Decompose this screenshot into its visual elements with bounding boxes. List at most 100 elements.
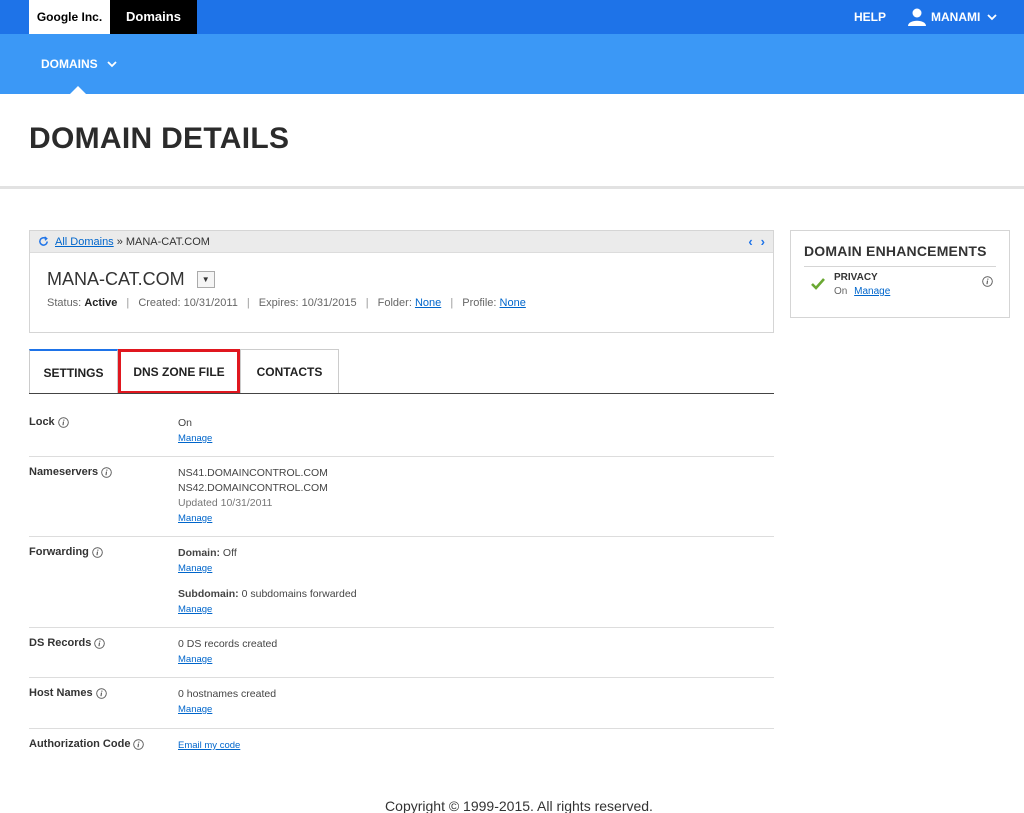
forwarding-subdomain-value: 0 subdomains forwarded	[241, 588, 357, 600]
forwarding-domain: Domain: Off	[178, 546, 357, 561]
help-link[interactable]: HELP	[854, 0, 886, 34]
separator: |	[126, 297, 130, 309]
created-date: Created: 10/31/2011	[138, 297, 238, 309]
domain-summary-card: All Domains » MANA-CAT.COM ‹ › MANA-CAT.…	[29, 230, 774, 333]
setting-row-authorization-code: Authorization Code Email my code	[29, 729, 774, 765]
forwarding-label: Forwarding	[29, 546, 89, 558]
lock-value: On	[178, 417, 193, 429]
user-menu[interactable]: MANAMI	[907, 0, 997, 34]
email-auth-code-link[interactable]: Email my code	[178, 740, 240, 751]
enhancement-state: On Manage	[834, 286, 890, 297]
domain-enhancements-panel: DOMAIN ENHANCEMENTS PRIVACY On Manage	[790, 230, 1010, 318]
enhancement-state-value: On	[834, 286, 848, 297]
setting-value: NS41.DOMAINCONTROL.COM NS42.DOMAINCONTRO…	[178, 466, 328, 526]
setting-label: Forwarding	[29, 546, 103, 558]
forwarding-domain-value: Off	[222, 547, 237, 559]
tab-bar: SETTINGS DNS ZONE FILE CONTACTS	[29, 349, 774, 394]
enhancement-name: PRIVACY	[834, 272, 878, 283]
setting-label: Lock	[29, 416, 69, 428]
setting-row-nameservers: Nameservers NS41.DOMAINCONTROL.COM NS42.…	[29, 457, 774, 537]
domains-menu-label: DOMAINS	[41, 57, 98, 71]
domain-pager: ‹ ›	[748, 235, 765, 249]
setting-label: DS Records	[29, 637, 106, 649]
privacy-enhancement: PRIVACY On Manage	[804, 272, 996, 302]
profile-label: Profile:	[462, 297, 497, 309]
user-name: MANAMI	[931, 10, 981, 24]
brand-company[interactable]: Google Inc.	[29, 0, 110, 34]
nameservers-label: Nameservers	[29, 466, 99, 478]
host-names-value: 0 hostnames created	[178, 688, 277, 700]
tab-settings[interactable]: SETTINGS	[29, 349, 118, 394]
chevron-down-icon	[987, 14, 997, 21]
info-icon[interactable]	[101, 466, 112, 478]
nameservers-updated: Updated 10/31/2011	[178, 497, 273, 509]
forwarding-domain-label: Domain:	[178, 547, 220, 559]
forwarding-subdomain-label: Subdomain:	[178, 588, 239, 600]
separator: |	[246, 297, 250, 309]
nameserver-1: NS41.DOMAINCONTROL.COM	[178, 467, 328, 479]
domain-name: MANA-CAT.COM	[47, 269, 185, 289]
info-icon[interactable]	[95, 687, 107, 699]
copyright-text: Copyright © 1999-2015. All rights reserv…	[385, 798, 653, 813]
lock-label: Lock	[29, 416, 55, 428]
info-icon[interactable]	[57, 416, 69, 428]
status-value: Active	[84, 297, 118, 309]
setting-value: On Manage	[178, 416, 212, 446]
setting-label: Host Names	[29, 687, 107, 699]
manage-host-names-link[interactable]: Manage	[178, 704, 212, 715]
next-domain-icon[interactable]: ›	[761, 235, 765, 249]
forwarding-subdomain: Subdomain: 0 subdomains forwarded	[178, 587, 357, 602]
ds-records-label: DS Records	[29, 637, 92, 649]
manage-lock-link[interactable]: Manage	[178, 433, 212, 444]
domain-status-line: Status: Active | Created: 10/31/2011 | E…	[47, 297, 526, 309]
info-icon[interactable]	[982, 276, 993, 287]
setting-value: Domain: Off Manage Subdomain: 0 subdomai…	[178, 546, 357, 617]
manage-ds-records-link[interactable]: Manage	[178, 654, 212, 665]
manage-domain-forwarding-link[interactable]: Manage	[178, 563, 212, 574]
separator: |	[450, 297, 454, 309]
setting-label: Authorization Code	[29, 738, 145, 750]
divider	[0, 186, 1024, 189]
page-title: DOMAIN DETAILS	[29, 122, 290, 155]
setting-value: Email my code	[178, 738, 240, 753]
setting-row-ds-records: DS Records 0 DS records created Manage	[29, 628, 774, 678]
domain-actions-dropdown[interactable]: ▼	[196, 271, 215, 288]
tab-contacts[interactable]: CONTACTS	[240, 349, 339, 394]
expires-date: Expires: 10/31/2015	[258, 297, 357, 309]
separator: |	[365, 297, 369, 309]
folder-link[interactable]: None	[415, 297, 441, 309]
setting-row-host-names: Host Names 0 hostnames created Manage	[29, 678, 774, 729]
previous-domain-icon[interactable]: ‹	[748, 235, 752, 249]
active-indicator	[70, 86, 86, 94]
manage-privacy-link[interactable]: Manage	[854, 286, 890, 297]
user-icon	[908, 8, 926, 26]
setting-row-lock: Lock On Manage	[29, 407, 774, 457]
breadcrumb: All Domains » MANA-CAT.COM ‹ ›	[30, 231, 773, 253]
ds-records-value: 0 DS records created	[178, 638, 278, 650]
caret-down-icon: ▼	[201, 275, 210, 284]
manage-subdomain-forwarding-link[interactable]: Manage	[178, 604, 212, 615]
info-icon[interactable]	[94, 637, 106, 649]
setting-value: 0 DS records created Manage	[178, 637, 277, 667]
setting-row-forwarding: Forwarding Domain: Off Manage Subdomain:…	[29, 537, 774, 628]
info-icon[interactable]	[92, 546, 103, 558]
sub-navigation: DOMAINS	[0, 34, 1024, 94]
refresh-icon[interactable]	[38, 236, 49, 247]
tab-dns-zone-file[interactable]: DNS ZONE FILE	[118, 349, 240, 394]
all-domains-link[interactable]: All Domains	[55, 236, 114, 248]
setting-value: 0 hostnames created Manage	[178, 687, 276, 717]
settings-list: Lock On Manage Nameservers NS41.DOMAINCO…	[29, 407, 774, 765]
breadcrumb-separator: »	[116, 235, 123, 248]
domains-menu[interactable]: DOMAINS	[41, 34, 117, 94]
manage-nameservers-link[interactable]: Manage	[178, 513, 212, 524]
footer: Copyright © 1999-2015. All rights reserv…	[0, 798, 1024, 813]
info-icon[interactable]	[133, 738, 145, 750]
folder-label: Folder:	[377, 297, 412, 309]
host-names-label: Host Names	[29, 687, 93, 699]
nameserver-2: NS42.DOMAINCONTROL.COM	[178, 482, 328, 494]
status-label: Status:	[47, 297, 82, 309]
brand-product[interactable]: Domains	[110, 0, 197, 34]
chevron-down-icon	[107, 61, 117, 68]
setting-label: Nameservers	[29, 466, 112, 478]
profile-link[interactable]: None	[500, 297, 526, 309]
